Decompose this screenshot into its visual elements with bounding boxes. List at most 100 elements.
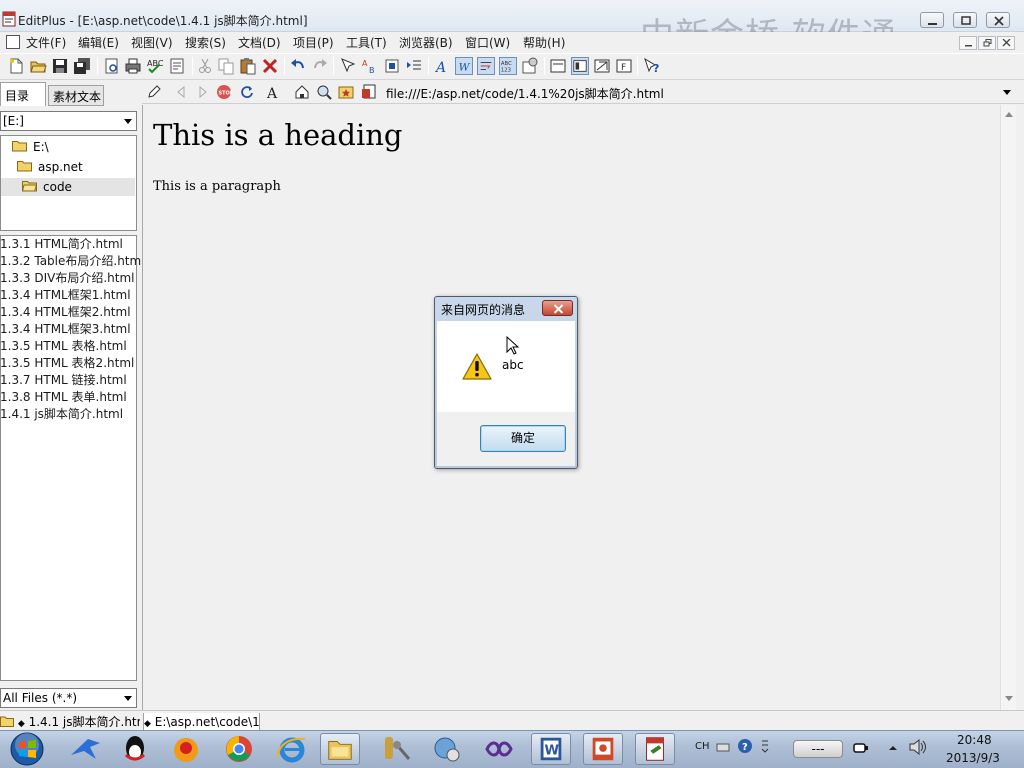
tray-input-box[interactable]: --- xyxy=(793,740,843,758)
indent-icon[interactable] xyxy=(405,57,423,75)
mdi-minimize-button[interactable] xyxy=(959,36,977,50)
game-app-icon[interactable] xyxy=(166,733,206,765)
minimize-button[interactable] xyxy=(920,12,944,28)
vertical-scrollbar[interactable] xyxy=(1000,105,1016,710)
qq-icon[interactable] xyxy=(115,733,155,765)
menu-document[interactable]: 文档(D) xyxy=(238,34,281,51)
address-bar[interactable]: file:///E:/asp.net/code/1.4.1%20js脚本简介.h… xyxy=(386,85,664,102)
home-icon[interactable] xyxy=(294,84,310,100)
paste-icon[interactable] xyxy=(239,57,257,75)
tree-node-drive[interactable]: E:\ xyxy=(12,138,49,156)
file-filter-select[interactable]: All Files (*.*) xyxy=(0,688,137,708)
select-icon[interactable] xyxy=(383,57,401,75)
tools-app-icon[interactable] xyxy=(375,733,415,765)
file-item[interactable]: 1.3.1 HTML简介.html xyxy=(0,236,123,253)
document-system-icon[interactable] xyxy=(6,35,20,49)
column-icon[interactable]: ABC123 xyxy=(499,57,517,75)
help-icon[interactable]: ? xyxy=(643,57,661,75)
template-icon[interactable] xyxy=(168,57,186,75)
show-hidden-icons-icon[interactable] xyxy=(888,743,898,753)
network-app-icon[interactable] xyxy=(427,733,467,765)
print-icon[interactable] xyxy=(124,57,142,75)
file-item[interactable]: 1.3.2 Table布局介绍.htm xyxy=(0,253,141,270)
redo-icon[interactable] xyxy=(311,57,329,75)
menu-browser[interactable]: 浏览器(B) xyxy=(399,34,453,51)
file-item[interactable]: 1.3.3 DIV布局介绍.html xyxy=(0,270,135,287)
maximize-button[interactable] xyxy=(953,12,977,28)
copy-icon[interactable] xyxy=(217,57,235,75)
doc-tab-active[interactable]: ◆ 1.4.1 js脚本简介.html xyxy=(0,713,140,730)
delete-icon[interactable] xyxy=(261,57,279,75)
file-item[interactable]: 1.3.4 HTML框架1.html xyxy=(0,287,131,304)
tree-node-code-selected[interactable]: code xyxy=(1,178,135,196)
back-icon[interactable] xyxy=(173,84,189,100)
menu-search[interactable]: 搜索(S) xyxy=(185,34,226,51)
close-button[interactable] xyxy=(986,12,1010,28)
mdi-restore-button[interactable] xyxy=(978,36,996,50)
scroll-up-icon[interactable] xyxy=(1005,112,1013,117)
file-item[interactable]: 1.3.5 HTML 表格.html xyxy=(0,338,127,355)
volume-icon[interactable] xyxy=(908,738,928,756)
tab-directory[interactable]: 目录 xyxy=(0,82,46,106)
forward-icon[interactable] xyxy=(195,84,211,100)
view-4-icon[interactable]: F xyxy=(615,57,633,75)
edit-pencil-icon[interactable] xyxy=(146,84,162,100)
view-1-icon[interactable] xyxy=(549,57,567,75)
font-size-icon[interactable]: A xyxy=(266,84,282,100)
tree-node-asp-net[interactable]: asp.net xyxy=(17,158,83,176)
menu-tools[interactable]: 工具(T) xyxy=(346,34,387,51)
file-explorer-icon[interactable] xyxy=(320,733,360,765)
internet-explorer-icon[interactable] xyxy=(271,733,311,765)
file-item[interactable]: 1.3.7 HTML 链接.html xyxy=(0,372,127,389)
ime-help-icon[interactable]: ? xyxy=(737,738,753,754)
menu-window[interactable]: 窗口(W) xyxy=(465,34,510,51)
save-icon[interactable] xyxy=(51,57,69,75)
file-item[interactable]: 1.4.1 js脚本简介.html xyxy=(0,406,123,423)
save-all-icon[interactable] xyxy=(73,57,91,75)
view-2-icon[interactable] xyxy=(571,57,589,75)
replace-icon[interactable]: AB xyxy=(361,57,379,75)
file-item[interactable]: 1.3.5 HTML 表格2.html xyxy=(0,355,134,372)
word-wrap-icon[interactable]: W xyxy=(455,57,473,75)
search-web-icon[interactable] xyxy=(316,84,332,100)
file-item[interactable]: 1.3.4 HTML框架3.html xyxy=(0,321,131,338)
stop-icon[interactable]: STOP xyxy=(216,84,232,100)
mdi-close-button[interactable] xyxy=(997,36,1015,50)
menu-edit[interactable]: 编辑(E) xyxy=(78,34,119,51)
tab-cliptext[interactable]: 素材文本 xyxy=(48,85,104,106)
favorites-icon[interactable] xyxy=(338,84,354,100)
open-folder-icon[interactable] xyxy=(29,57,47,75)
menu-help[interactable]: 帮助(H) xyxy=(523,34,565,51)
menu-project[interactable]: 项目(P) xyxy=(293,34,334,51)
powerpoint-icon[interactable] xyxy=(583,733,623,765)
page-icon[interactable] xyxy=(361,84,377,100)
settings-icon[interactable] xyxy=(521,57,539,75)
wrap-toggle-icon[interactable] xyxy=(477,57,495,75)
clock-time[interactable]: 20:48 xyxy=(957,733,992,747)
refresh-icon[interactable] xyxy=(239,84,255,100)
view-3-icon[interactable] xyxy=(593,57,611,75)
keyboard-icon[interactable] xyxy=(716,740,730,754)
file-item[interactable]: 1.3.8 HTML 表单.html xyxy=(0,389,127,406)
drive-select[interactable]: [E:] xyxy=(0,111,137,131)
ime-options-icon[interactable] xyxy=(760,738,770,754)
editplus-taskbar-icon[interactable] xyxy=(635,733,675,765)
editplus-app-icon[interactable] xyxy=(2,11,16,27)
clock-date[interactable]: 2013/9/3 xyxy=(946,751,1000,765)
new-file-icon[interactable] xyxy=(7,57,25,75)
ime-indicator[interactable]: CH xyxy=(695,741,710,752)
visual-studio-icon[interactable] xyxy=(479,733,519,765)
menu-file[interactable]: 文件(F) xyxy=(26,34,66,51)
windows-start-icon[interactable] xyxy=(8,731,46,767)
font-icon[interactable]: A xyxy=(433,57,451,75)
cut-icon[interactable] xyxy=(196,57,214,75)
scroll-down-icon[interactable] xyxy=(1005,696,1013,701)
dialog-close-button[interactable] xyxy=(542,300,573,316)
undo-icon[interactable] xyxy=(289,57,307,75)
menu-view[interactable]: 视图(V) xyxy=(131,34,173,51)
bird-app-icon[interactable] xyxy=(66,733,106,765)
doc-tab-path[interactable]: ◆ E:\asp.net\code\1.4.1 js脚本简介.html xyxy=(143,713,260,731)
find-icon[interactable] xyxy=(339,57,357,75)
ok-button[interactable]: 确定 xyxy=(480,425,566,452)
chrome-icon[interactable] xyxy=(219,733,259,765)
